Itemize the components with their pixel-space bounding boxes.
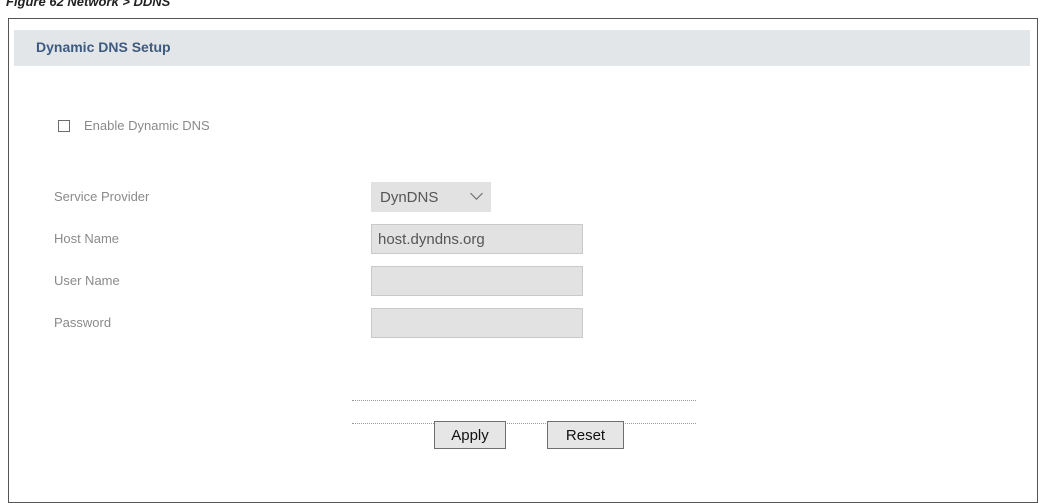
apply-button[interactable]: Apply — [434, 421, 506, 449]
ddns-panel — [8, 18, 1038, 503]
password-label: Password — [54, 315, 112, 330]
enable-ddns-label: Enable Dynamic DNS — [84, 118, 210, 133]
user-name-label: User Name — [54, 273, 120, 288]
host-name-label: Host Name — [54, 231, 120, 246]
section-header: Dynamic DNS Setup — [14, 30, 1030, 66]
chevron-down-icon — [470, 187, 483, 200]
service-provider-value: DynDNS — [380, 188, 439, 206]
figure-caption: Figure 62 Network > DDNS — [6, 0, 171, 9]
divider-top — [352, 400, 696, 401]
password-input[interactable] — [371, 308, 583, 338]
enable-ddns-checkbox[interactable] — [58, 119, 70, 132]
host-name-input[interactable] — [371, 224, 583, 254]
divider-bottom — [352, 423, 696, 424]
user-name-input[interactable] — [371, 266, 583, 296]
section-title: Dynamic DNS Setup — [36, 39, 171, 55]
enable-ddns-row: Enable Dynamic DNS — [58, 118, 210, 133]
reset-button[interactable]: Reset — [547, 421, 624, 449]
service-provider-label: Service Provider — [54, 189, 150, 204]
service-provider-select[interactable]: DynDNS — [371, 182, 491, 212]
